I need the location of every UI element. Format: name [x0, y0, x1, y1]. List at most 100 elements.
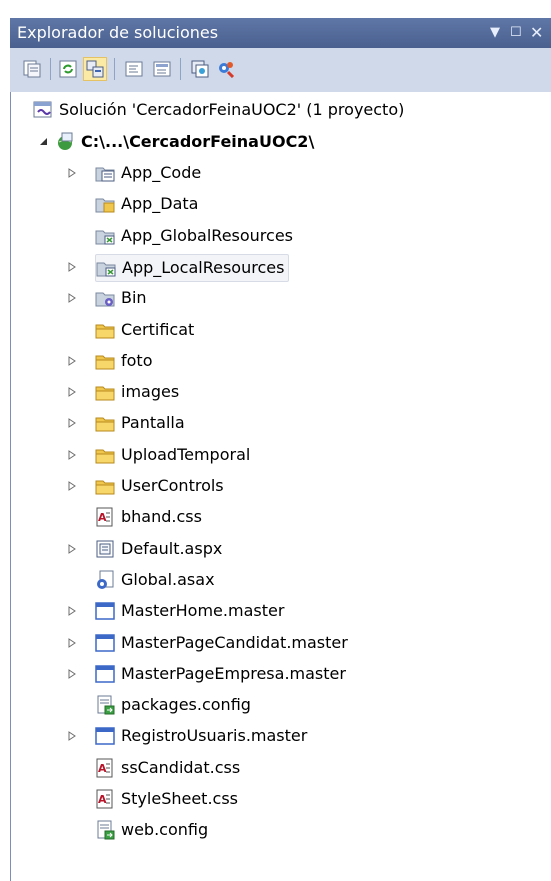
copy-website-icon[interactable] — [188, 57, 212, 81]
expand-arrow-icon[interactable] — [66, 160, 78, 186]
tree-item[interactable]: AssCandidat.css — [95, 755, 240, 781]
tree-item[interactable]: A StyleSheet.css — [95, 786, 238, 812]
folder-icon — [95, 351, 115, 371]
tree-item[interactable]: packages.config — [95, 692, 251, 718]
tree-item[interactable]: Bin — [95, 285, 147, 311]
tree-item[interactable]: MasterHome.master — [95, 598, 284, 624]
tree-item-label: App_LocalResources — [122, 258, 285, 277]
tree-item[interactable]: App_Code — [95, 160, 201, 186]
expand-arrow-icon[interactable] — [66, 285, 78, 311]
tree-item[interactable]: web.config — [95, 817, 208, 843]
toolbar — [10, 48, 551, 92]
tree-item-label: App_GlobalResources — [121, 226, 294, 245]
view-code-icon[interactable] — [122, 57, 146, 81]
tree-item-label: UserControls — [121, 476, 224, 495]
tree-item[interactable]: App_GlobalResources — [95, 223, 293, 249]
tree-item-label: foto — [121, 351, 153, 370]
solution-icon — [33, 100, 53, 120]
tree-item[interactable]: MasterPageCandidat.master — [95, 630, 348, 656]
css-file-icon: A — [95, 758, 115, 778]
tree-item[interactable]: Global.asax — [95, 567, 215, 593]
tree-item-label: Pantalla — [121, 413, 185, 432]
css-file-icon: A — [95, 789, 115, 809]
folder-icon — [95, 445, 115, 465]
tree-item-label: MasterPageCandidat.master — [121, 633, 348, 652]
tree-item[interactable]: UploadTemporal — [95, 442, 250, 468]
tree-item-label: App_Data — [121, 194, 199, 213]
bin-folder-icon — [95, 288, 115, 308]
expand-arrow-icon[interactable] — [66, 630, 78, 656]
expand-arrow-icon[interactable] — [66, 410, 78, 436]
tree-item-label: Certificat — [121, 320, 195, 339]
svg-text:A: A — [98, 793, 107, 806]
config-file-icon — [95, 820, 115, 840]
refresh-icon[interactable] — [56, 57, 80, 81]
tree-item-label: Bin — [121, 288, 147, 307]
svg-text:A: A — [98, 762, 107, 775]
config-file-icon — [95, 695, 115, 715]
folder-icon — [95, 320, 115, 340]
collapse-arrow-icon[interactable] — [33, 137, 55, 147]
solution-label: Solución 'CercadorFeinaUOC2' (1 proyecto… — [59, 100, 405, 119]
toolbar-separator — [114, 58, 115, 80]
tree-item[interactable]: Certificat — [95, 317, 194, 343]
view-designer-icon[interactable] — [150, 57, 174, 81]
tree-item[interactable]: Default.aspx — [95, 536, 222, 562]
expand-arrow-icon[interactable] — [66, 536, 78, 562]
solution-tree: Solución 'CercadorFeinaUOC2' (1 proyecto… — [10, 92, 551, 881]
tree-item[interactable]: App_Data — [95, 191, 198, 217]
tree-item-label: MasterPageEmpresa.master — [121, 664, 346, 683]
tree-item[interactable]: Pantalla — [95, 410, 185, 436]
svg-text:A: A — [98, 511, 107, 524]
website-project-icon — [55, 132, 75, 152]
tree-item-label: UploadTemporal — [121, 445, 251, 464]
nest-related-files-icon[interactable] — [83, 57, 107, 81]
expand-arrow-icon[interactable] — [66, 442, 78, 468]
tree-item-label: RegistroUsuaris.master — [121, 726, 308, 745]
expand-arrow-icon[interactable] — [66, 254, 78, 280]
asax-file-icon — [95, 570, 115, 590]
folder-icon — [95, 413, 115, 433]
tree-item-label: Global.asax — [121, 570, 215, 589]
panel-title: Explorador de soluciones — [17, 23, 219, 42]
tree-item-label: Default.aspx — [121, 539, 223, 558]
tree-item[interactable]: App_LocalResources — [95, 254, 290, 282]
master-page-icon — [95, 601, 115, 621]
resources-folder-icon — [95, 226, 115, 246]
folder-icon — [95, 476, 115, 496]
tree-item-label: ssCandidat.css — [121, 758, 241, 777]
title-bar: Explorador de soluciones ▼ ☐ ✕ — [10, 18, 551, 48]
master-page-icon — [95, 633, 115, 653]
css-file-icon: A — [95, 507, 115, 527]
expand-arrow-icon[interactable] — [66, 473, 78, 499]
tree-item-label: App_Code — [121, 163, 202, 182]
close-icon[interactable]: ✕ — [530, 18, 543, 48]
expand-arrow-icon[interactable] — [66, 598, 78, 624]
master-page-icon — [95, 664, 115, 684]
tree-item[interactable]: UserControls — [95, 473, 224, 499]
tree-item-label: images — [121, 382, 180, 401]
asp-net-configuration-icon[interactable] — [214, 57, 238, 81]
data-folder-icon — [95, 194, 115, 214]
tree-item[interactable]: RegistroUsuaris.master — [95, 723, 307, 749]
properties-icon[interactable] — [20, 57, 44, 81]
expand-arrow-icon[interactable] — [66, 661, 78, 687]
expand-arrow-icon[interactable] — [66, 348, 78, 374]
tree-item-label: StyleSheet.css — [121, 789, 238, 808]
solution-node[interactable]: Solución 'CercadorFeinaUOC2' (1 proyecto… — [33, 97, 404, 123]
master-page-icon — [95, 726, 115, 746]
toolbar-separator — [50, 58, 51, 80]
project-node[interactable]: C:\...\CercadorFeinaUOC2\ — [33, 129, 314, 155]
tree-item-label: bhand.css — [121, 507, 202, 526]
expand-arrow-icon[interactable] — [66, 379, 78, 405]
toolbar-separator — [180, 58, 181, 80]
dropdown-arrow-icon[interactable]: ▼ — [490, 18, 500, 48]
tree-item[interactable]: foto — [95, 348, 152, 374]
tree-item[interactable]: Abhand.css — [95, 504, 202, 530]
tree-item[interactable]: MasterPageEmpresa.master — [95, 661, 346, 687]
aspx-file-icon — [95, 539, 115, 559]
maximize-icon[interactable]: ☐ — [510, 18, 522, 48]
tree-item[interactable]: images — [95, 379, 179, 405]
project-label: C:\...\CercadorFeinaUOC2\ — [81, 132, 315, 151]
expand-arrow-icon[interactable] — [66, 723, 78, 749]
